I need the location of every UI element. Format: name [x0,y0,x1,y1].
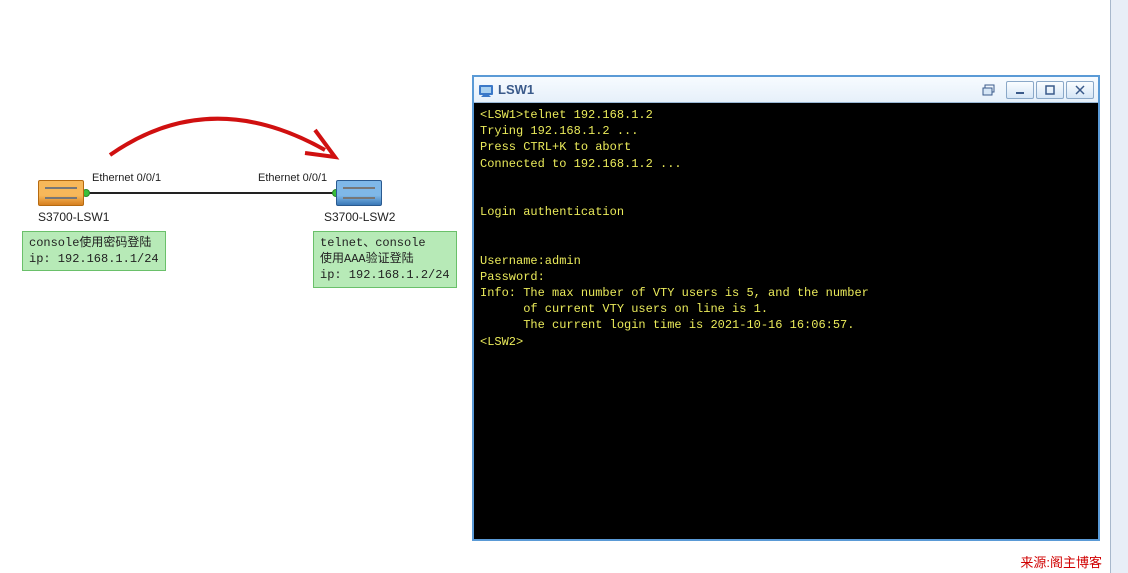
terminal-window-lsw1[interactable]: LSW1 <LSW1>telnet 192.168.1.2 Trying 192… [472,75,1100,541]
switch-label: S3700-LSW2 [324,210,395,224]
maximize-button[interactable] [1036,81,1064,99]
ethernet-link [84,192,337,194]
terminal-titlebar[interactable]: LSW1 [474,77,1098,103]
switch-icon [336,180,382,206]
terminal-app-icon [478,82,494,98]
switch-s3700-lsw2[interactable]: S3700-LSW2 [336,180,395,224]
note-lsw2: telnet、console 使用AAA验证登陆 ip: 192.168.1.2… [313,231,457,288]
switch-icon [38,180,84,206]
window-right-border [1110,0,1128,573]
close-button[interactable] [1066,81,1094,99]
terminal-output[interactable]: <LSW1>telnet 192.168.1.2 Trying 192.168.… [474,103,1098,539]
switch-label: S3700-LSW1 [38,210,109,224]
note-lsw1: console使用密码登陆 ip: 192.168.1.1/24 [22,231,166,271]
minimize-button[interactable] [1006,81,1034,99]
switch-s3700-lsw1[interactable]: S3700-LSW1 [38,180,109,224]
terminal-title: LSW1 [498,82,980,97]
port-label-right: Ethernet 0/0/1 [258,172,327,184]
restore-down-icon[interactable] [980,82,998,98]
watermark-text: 来源:阁主博客 [1020,552,1102,571]
